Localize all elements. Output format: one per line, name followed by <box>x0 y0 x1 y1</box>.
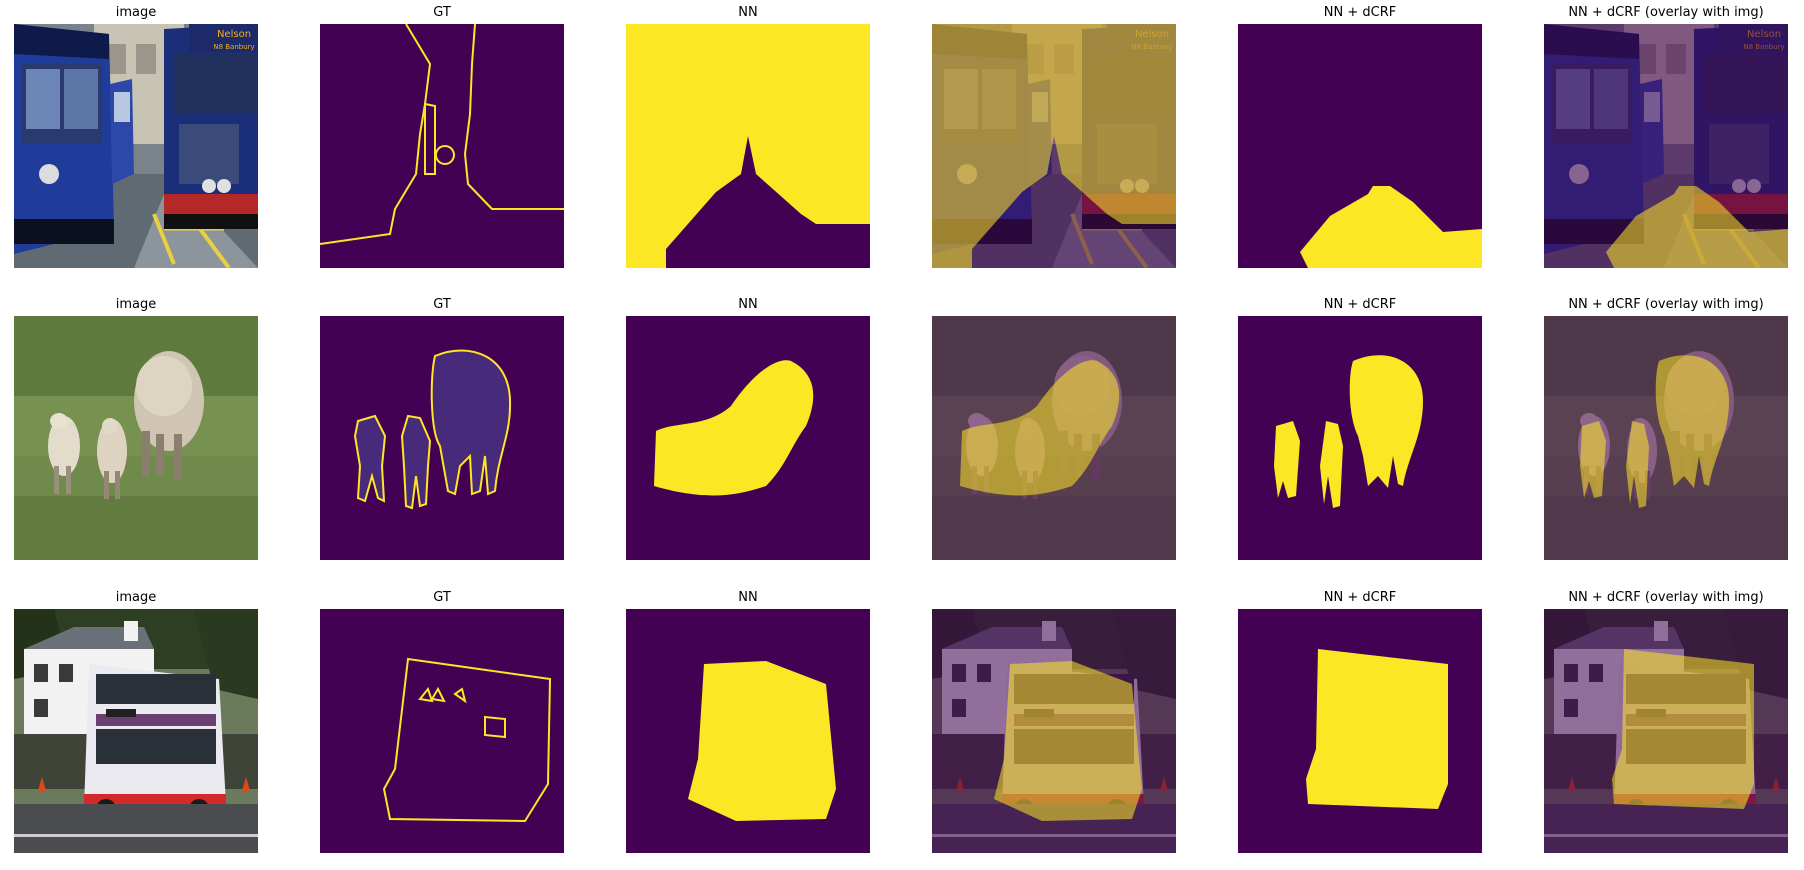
panel-graphic-gt <box>320 316 564 560</box>
panel-title-image-row-3: image <box>115 590 157 605</box>
panel-graphic-nn_dcrf_overlay <box>1544 316 1788 560</box>
panel-title-nn_dcrf-row-2: NN + dCRF <box>1323 297 1397 312</box>
panel-title-nn_dcrf_overlay-row-3: NN + dCRF (overlay with img) <box>1568 590 1764 605</box>
panel-nn_overlay-buses: Nelson N8 Banbury <box>932 24 1176 268</box>
panel-image-bus <box>14 609 258 853</box>
panel-graphic-nn_dcrf_overlay: Nelson N8 Banbury <box>1544 24 1788 268</box>
panel-graphic-image <box>14 316 258 560</box>
panel-nn_dcrf-sheep <box>1238 316 1482 560</box>
panel-graphic-nn_overlay <box>932 609 1176 853</box>
panel-title-gt-row-2: GT <box>433 297 451 312</box>
panel-graphic-nn_dcrf <box>1238 24 1482 268</box>
panel-graphic-gt <box>320 24 564 268</box>
panel-gt-bus <box>320 609 564 853</box>
panel-nn_dcrf_overlay-buses: Nelson N8 Banbury <box>1544 24 1788 268</box>
nn-foreground-mask <box>688 661 836 821</box>
panel-graphic-nn_dcrf_overlay <box>1544 609 1788 853</box>
panel-graphic-nn <box>626 316 870 560</box>
panel-title-nn_dcrf-row-1: NN + dCRF <box>1323 5 1397 20</box>
panel-title-nn_dcrf_overlay-row-2: NN + dCRF (overlay with img) <box>1568 297 1764 312</box>
dcrf-foreground-mask <box>1306 649 1448 809</box>
panel-nn_dcrf-buses <box>1238 24 1482 268</box>
panel-nn_dcrf_overlay-sheep <box>1544 316 1788 560</box>
panel-nn-bus <box>626 609 870 853</box>
panel-graphic-nn <box>626 24 870 268</box>
bus-destination-sign: Nelson <box>217 29 251 40</box>
panel-graphic-nn <box>626 609 870 853</box>
panel-image-sheep <box>14 316 258 560</box>
panel-nn_dcrf-bus <box>1238 609 1482 853</box>
panel-title-image-row-2: image <box>115 297 157 312</box>
panel-graphic-nn_dcrf <box>1238 316 1482 560</box>
panel-title-nn-row-3: NN <box>738 590 758 605</box>
panel-graphic-gt <box>320 609 564 853</box>
panel-title-image-row-1: image <box>115 5 157 20</box>
panel-title-nn-row-1: NN <box>738 5 758 20</box>
panel-nn-buses <box>626 24 870 268</box>
panel-title-nn-row-2: NN <box>738 297 758 312</box>
panel-image-buses: Nelson N8 Banbury <box>14 24 258 268</box>
panel-nn_overlay-bus <box>932 609 1176 853</box>
panel-nn_overlay-sheep <box>932 316 1176 560</box>
panel-gt-buses <box>320 24 564 268</box>
panel-gt-sheep <box>320 316 564 560</box>
panel-graphic-nn_overlay <box>932 316 1176 560</box>
panel-title-nn_dcrf-row-3: NN + dCRF <box>1323 590 1397 605</box>
segmentation-results-figure: image Nelson N8 Banbury GT NN Nelson N8 B… <box>0 0 1804 870</box>
panel-graphic-nn_dcrf <box>1238 609 1482 853</box>
panel-graphic-image: Nelson N8 Banbury <box>14 24 258 268</box>
overlay-foreground-mask <box>1612 649 1754 809</box>
panel-title-gt-row-1: GT <box>433 5 451 20</box>
panel-graphic-image <box>14 609 258 853</box>
panel-title-nn_dcrf_overlay-row-1: NN + dCRF (overlay with img) <box>1568 5 1764 20</box>
overlay-foreground-mask <box>994 661 1142 821</box>
bus-route-sign: N8 Banbury <box>213 43 254 51</box>
panel-nn_dcrf_overlay-bus <box>1544 609 1788 853</box>
panel-nn-sheep <box>626 316 870 560</box>
panel-graphic-nn_overlay: Nelson N8 Banbury <box>932 24 1176 268</box>
panel-title-gt-row-3: GT <box>433 590 451 605</box>
